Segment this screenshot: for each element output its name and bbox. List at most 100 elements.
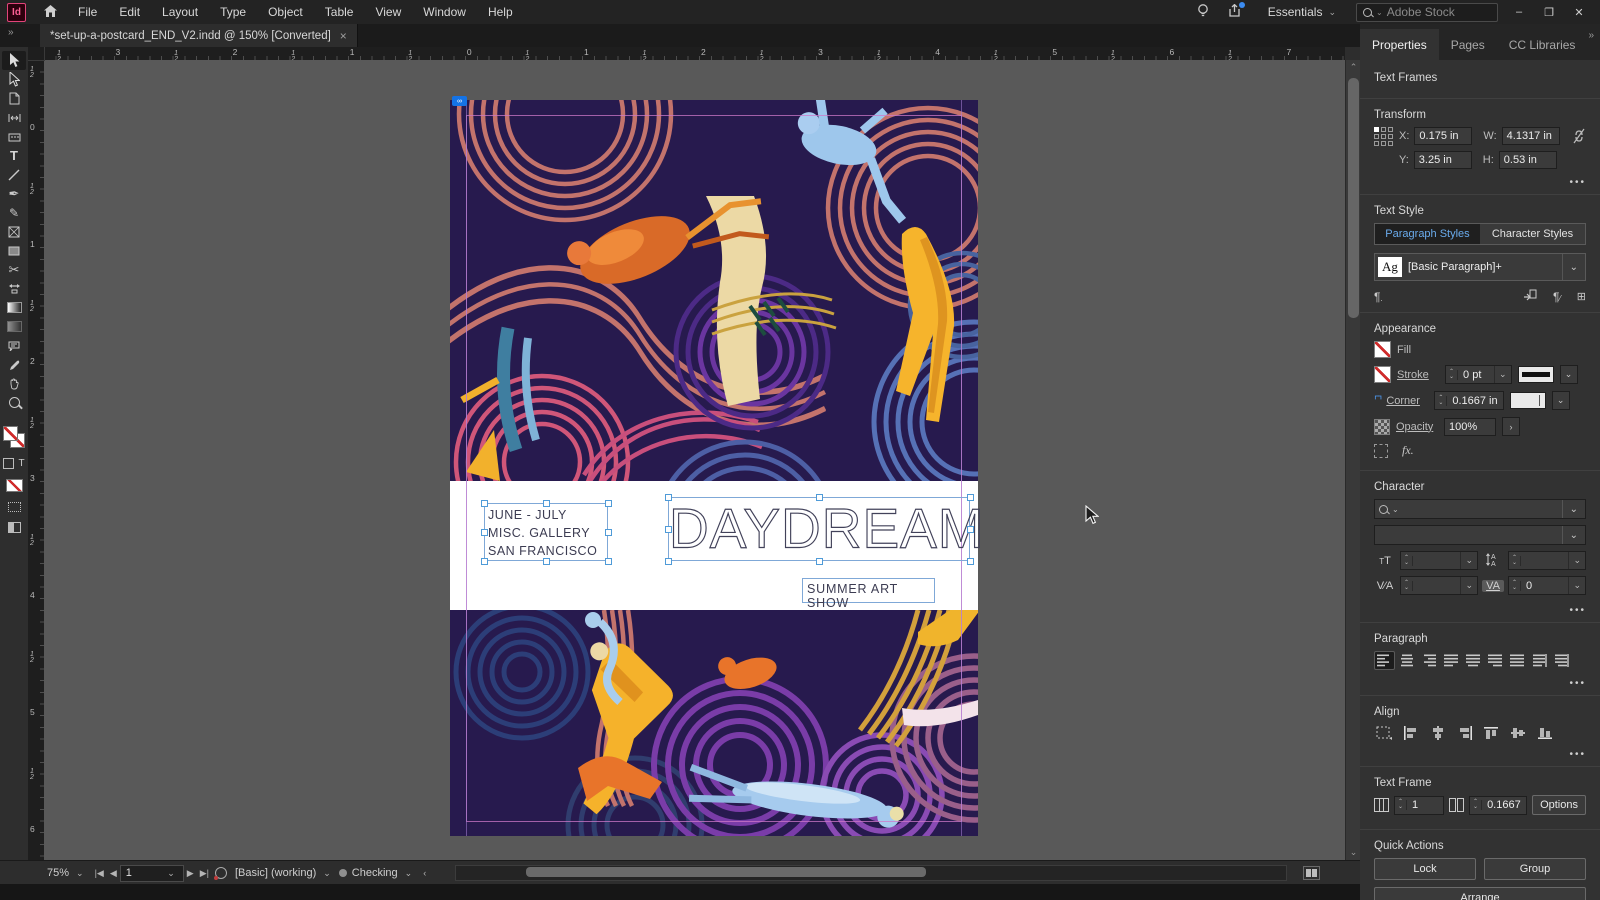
tab-character-styles[interactable]: Character Styles <box>1480 224 1585 244</box>
opacity-input[interactable]: 100% <box>1444 417 1496 436</box>
h-input[interactable]: 0.53 in <box>1498 151 1557 169</box>
text-frame-subtitle[interactable]: SUMMER ART SHOW <box>802 578 935 610</box>
preflight-profile-select[interactable]: [Basic] (working) ⌄ <box>230 867 339 879</box>
next-page-button[interactable]: ▶ <box>184 868 197 879</box>
align-right-edges-icon[interactable] <box>1455 724 1474 741</box>
postcard-page[interactable]: ∞ JUNE - JULY MISC. GALLERY SAN FRANCISC… <box>450 96 984 836</box>
scroll-up-icon[interactable]: ⌃ <box>1346 62 1361 73</box>
document-tab[interactable]: *set-up-a-postcard_END_V2.indd @ 150% [C… <box>40 24 358 47</box>
leading-stepper[interactable]: ⌃ ⌄ ⌄ <box>1508 551 1586 570</box>
corner-label[interactable]: Corner <box>1386 395 1428 407</box>
line-tool-icon[interactable] <box>2 165 26 184</box>
corner-radius-stepper[interactable]: ⌃ ⌄ 0.1667 in <box>1434 391 1504 410</box>
align-right-icon[interactable] <box>1420 652 1439 669</box>
align-bottom-edges-icon[interactable] <box>1536 724 1555 741</box>
font-family-select[interactable]: ⌄ ⌄ <box>1374 499 1586 519</box>
formatting-affects-container-icon[interactable] <box>3 458 15 469</box>
page-tool-icon[interactable] <box>2 89 26 108</box>
panel-overflow-icon[interactable]: » <box>8 27 14 38</box>
justify-last-center-icon[interactable] <box>1464 652 1483 669</box>
eyedropper-tool-icon[interactable] <box>2 355 26 374</box>
gutter-stepper[interactable]: ⌃ ⌄ 0.1667 <box>1469 795 1528 815</box>
group-button[interactable]: Group <box>1484 858 1586 880</box>
create-style-icon[interactable]: ⊞ <box>1577 290 1586 303</box>
app-logo[interactable]: Id <box>7 2 26 22</box>
selection-handle[interactable] <box>815 493 823 501</box>
menu-window[interactable]: Window <box>412 1 477 23</box>
align-to-selection-icon[interactable] <box>1374 724 1393 741</box>
cell-styles-icon[interactable] <box>7 502 21 512</box>
frame-tool-icon[interactable] <box>2 222 26 241</box>
constrain-proportions-icon[interactable] <box>1572 127 1586 148</box>
corner-style-swatch[interactable] <box>1509 392 1546 409</box>
formatting-affects-text-icon[interactable]: T <box>18 458 24 469</box>
scroll-down-icon[interactable]: ⌄ <box>1346 847 1361 858</box>
workspace-switcher[interactable]: Essentials ⌄ <box>1254 5 1350 19</box>
align-away-from-spine-icon[interactable] <box>1552 652 1571 669</box>
selection-handle[interactable] <box>604 499 612 507</box>
selection-handle[interactable] <box>664 557 672 565</box>
transform-more-options[interactable]: ••• <box>1360 175 1600 192</box>
stroke-style-swatch[interactable] <box>1517 366 1554 383</box>
redefine-style-icon[interactable] <box>1523 289 1537 304</box>
page-number-input[interactable]: 1 ⌄ <box>119 864 184 882</box>
stock-search-input[interactable]: ⌄ Adobe Stock <box>1356 2 1498 22</box>
spread-view-button[interactable] <box>1303 866 1320 880</box>
zoom-tool-icon[interactable] <box>2 393 26 412</box>
menu-type[interactable]: Type <box>209 1 257 23</box>
close-button[interactable]: ✕ <box>1564 0 1594 24</box>
tracking-stepper[interactable]: ⌃ ⌄ 0 ⌄ <box>1508 576 1586 595</box>
scissors-tool-icon[interactable]: ✂ <box>2 260 26 279</box>
align-left-edges-icon[interactable] <box>1401 724 1420 741</box>
menu-view[interactable]: View <box>364 1 412 23</box>
selection-handle[interactable] <box>604 557 612 565</box>
align-towards-spine-icon[interactable] <box>1530 652 1549 669</box>
menu-layout[interactable]: Layout <box>151 1 209 23</box>
lightbulb-icon[interactable] <box>1190 3 1216 21</box>
fill-swatch[interactable] <box>1374 341 1391 358</box>
content-collector-tool-icon[interactable] <box>2 127 26 146</box>
x-input[interactable]: 0.175 in <box>1414 127 1473 145</box>
gradient-swatch-tool-icon[interactable] <box>2 298 26 317</box>
preflight-status-select[interactable]: Checking ⌄ <box>347 867 420 879</box>
stroke-label[interactable]: Stroke <box>1397 369 1439 381</box>
menu-table[interactable]: Table <box>314 1 365 23</box>
align-horizontal-centers-icon[interactable] <box>1428 724 1447 741</box>
first-page-button[interactable]: |◀ <box>92 868 107 879</box>
arrange-button[interactable]: Arrange <box>1374 887 1586 900</box>
selection-handle[interactable] <box>966 493 974 501</box>
apply-none-swatch[interactable] <box>5 479 23 492</box>
selection-tool-icon[interactable] <box>2 51 26 70</box>
panel-tab-cc-libraries[interactable]: CC Libraries <box>1497 29 1588 60</box>
style-override-icon[interactable]: ¶⁄ <box>1553 290 1561 304</box>
lock-button[interactable]: Lock <box>1374 858 1476 880</box>
type-tool-icon[interactable]: T <box>2 146 26 165</box>
font-size-stepper[interactable]: ⌃ ⌄ ⌄ <box>1400 551 1478 570</box>
tab-paragraph-styles[interactable]: Paragraph Styles <box>1375 224 1480 244</box>
character-more-options[interactable]: ••• <box>1360 603 1600 620</box>
fill-stroke-swatches[interactable] <box>3 426 25 448</box>
pencil-tool-icon[interactable]: ✎ <box>2 203 26 222</box>
vertical-scroll-thumb[interactable] <box>1348 78 1359 318</box>
pen-tool-icon[interactable]: ✒ <box>2 184 26 203</box>
font-style-select[interactable]: ⌄ <box>1374 525 1586 545</box>
pasteboard[interactable]: ∞ JUNE - JULY MISC. GALLERY SAN FRANCISC… <box>44 60 1345 860</box>
reference-point-grid[interactable] <box>1374 127 1393 146</box>
text-frame-options-button[interactable]: Options <box>1532 795 1586 815</box>
selection-handle[interactable] <box>815 557 823 565</box>
rectangle-tool-icon[interactable] <box>2 241 26 260</box>
effects-icon[interactable]: fx. <box>1402 443 1414 458</box>
horizontal-scroll-thumb[interactable] <box>526 867 926 877</box>
vertical-ruler[interactable]: 12 0 12 1 12 2 12 3 12 4 12 5 12 6 <box>28 60 44 860</box>
object-states-icon[interactable] <box>1374 443 1388 458</box>
text-frame-venue[interactable]: JUNE - JULY MISC. GALLERY SAN FRANCISCO <box>484 503 608 561</box>
w-input[interactable]: 4.1317 in <box>1501 127 1560 145</box>
panel-tabs-overflow-icon[interactable]: » <box>1588 30 1594 41</box>
kerning-stepper[interactable]: ⌃ ⌄ ⌄ <box>1400 576 1478 595</box>
selection-handle[interactable] <box>542 557 550 565</box>
menu-help[interactable]: Help <box>477 1 524 23</box>
note-tool-icon[interactable] <box>2 336 26 355</box>
paragraph-style-select[interactable]: Ag [Basic Paragraph]+ ⌄ <box>1374 253 1586 281</box>
y-input[interactable]: 3.25 in <box>1413 151 1472 169</box>
stroke-weight-stepper[interactable]: ⌃ ⌄ 0 pt ⌄ <box>1445 365 1512 384</box>
